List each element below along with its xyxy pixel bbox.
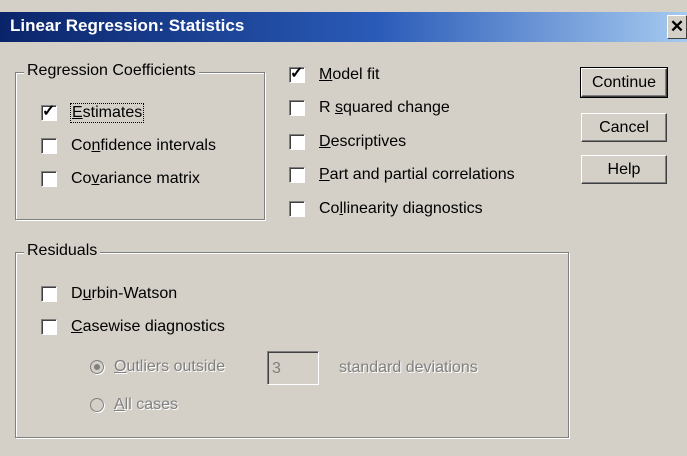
- durbin-watson-checkbox-box[interactable]: [41, 286, 57, 302]
- casewise-diagnostics-checkbox-box[interactable]: [41, 319, 57, 335]
- check-icon: ✓: [42, 103, 56, 120]
- window-title: Linear Regression: Statistics: [10, 16, 245, 35]
- residuals-label: Residuals: [24, 242, 101, 260]
- help-button[interactable]: Help: [581, 155, 667, 184]
- r-squared-change-checkbox[interactable]: R squared change: [289, 99, 450, 117]
- close-icon: ✕: [669, 17, 685, 36]
- part-partial-correlations-checkbox-box[interactable]: [289, 167, 305, 183]
- confidence-intervals-label: Confidence intervals: [71, 137, 216, 154]
- model-fit-checkbox-box[interactable]: ✓: [289, 65, 305, 83]
- casewise-diagnostics-label: Casewise diagnostics: [71, 318, 225, 335]
- descriptives-label: Descriptives: [319, 133, 407, 150]
- linear-regression-statistics-dialog: Linear Regression: Statistics ✕ Regressi…: [0, 0, 687, 456]
- estimates-checkbox-box[interactable]: ✓: [41, 103, 57, 121]
- descriptives-checkbox-box[interactable]: [289, 134, 305, 150]
- outliers-outside-radio[interactable]: Outliers outside: [90, 358, 225, 376]
- radio-selected-icon: [94, 364, 100, 370]
- continue-button[interactable]: Continue: [580, 67, 668, 98]
- model-fit-label: Model fit: [319, 66, 380, 83]
- r-squared-change-label: R squared change: [319, 99, 450, 116]
- outliers-outside-label: Outliers outside: [114, 358, 226, 375]
- confidence-intervals-checkbox[interactable]: Confidence intervals: [41, 137, 216, 155]
- all-cases-radio[interactable]: All cases: [90, 396, 178, 414]
- covariance-matrix-checkbox-box[interactable]: [41, 171, 57, 187]
- all-cases-label: All cases: [114, 396, 179, 413]
- r-squared-change-checkbox-box[interactable]: [289, 100, 305, 116]
- part-partial-correlations-label: Part and partial correlations: [319, 166, 515, 183]
- descriptives-checkbox[interactable]: Descriptives: [289, 133, 406, 151]
- casewise-diagnostics-checkbox[interactable]: Casewise diagnostics: [41, 318, 225, 336]
- outlier-std-dev-input[interactable]: 3: [267, 351, 319, 385]
- cancel-button[interactable]: Cancel: [581, 113, 667, 142]
- collinearity-diagnostics-checkbox[interactable]: Collinearity diagnostics: [289, 200, 483, 218]
- covariance-matrix-checkbox[interactable]: Covariance matrix: [41, 170, 200, 188]
- collinearity-diagnostics-label: Collinearity diagnostics: [319, 200, 483, 217]
- durbin-watson-label: Durbin-Watson: [71, 285, 178, 302]
- regression-coefficients-label: Regression Coefficients: [24, 62, 199, 80]
- title-bar: Linear Regression: Statistics ✕: [0, 12, 687, 42]
- estimates-checkbox[interactable]: ✓ Estimates: [41, 103, 145, 123]
- close-button[interactable]: ✕: [667, 15, 687, 39]
- standard-deviations-label: standard deviations: [339, 359, 478, 376]
- confidence-intervals-checkbox-box[interactable]: [41, 138, 57, 154]
- collinearity-diagnostics-checkbox-box[interactable]: [289, 201, 305, 217]
- durbin-watson-checkbox[interactable]: Durbin-Watson: [41, 285, 177, 303]
- estimates-label: Estimates: [69, 103, 145, 123]
- covariance-matrix-label: Covariance matrix: [71, 170, 200, 187]
- part-partial-correlations-checkbox[interactable]: Part and partial correlations: [289, 166, 515, 184]
- outliers-outside-radio-circle[interactable]: [90, 360, 104, 374]
- check-icon: ✓: [290, 65, 304, 82]
- all-cases-radio-circle[interactable]: [90, 398, 104, 412]
- model-fit-checkbox[interactable]: ✓ Model fit: [289, 65, 380, 84]
